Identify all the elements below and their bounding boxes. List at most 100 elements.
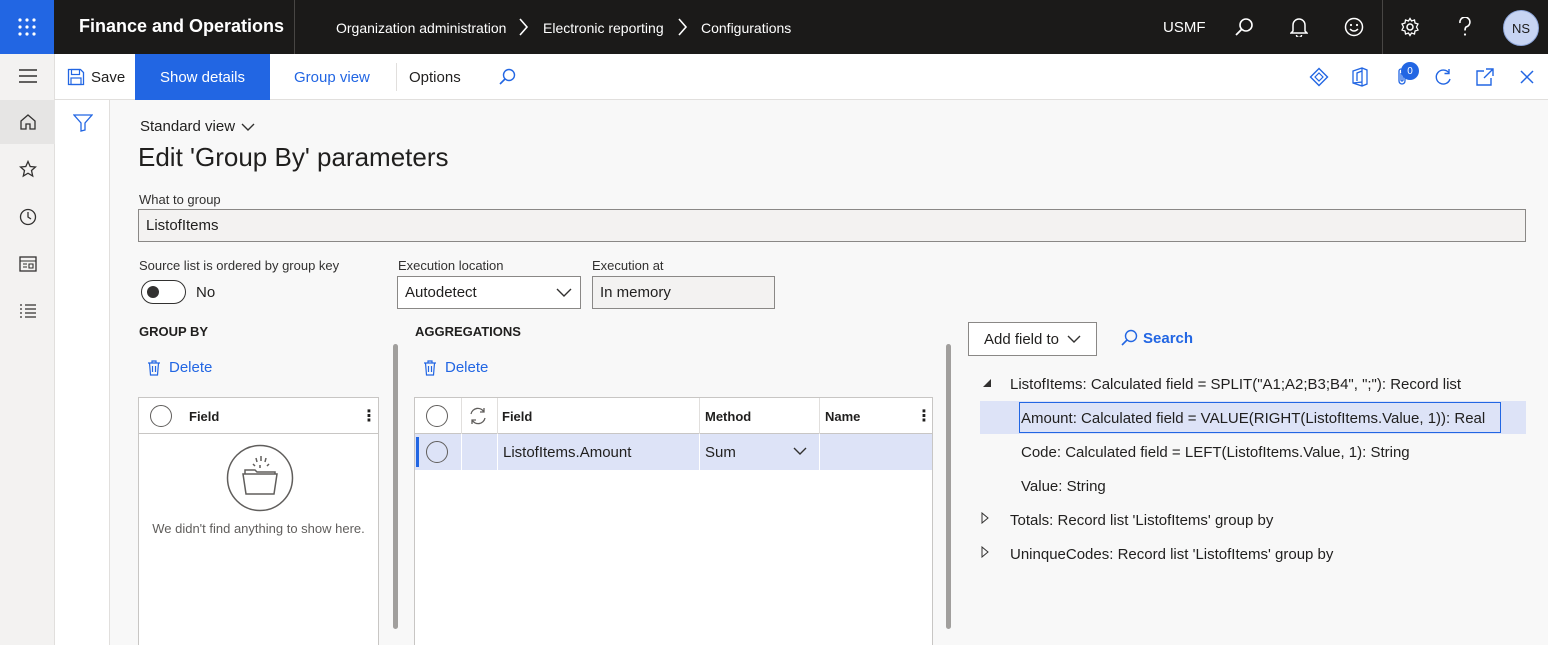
source-ordered-label: Source list is ordered by group key bbox=[139, 258, 340, 273]
view-selector-label: Standard view bbox=[140, 118, 236, 135]
main-content: Standard view Edit 'Group By' parameters… bbox=[110, 100, 1548, 645]
cell-method-value: Sum bbox=[705, 443, 736, 461]
tree-node-listofitems[interactable]: ListofItems: Calculated field = SPLIT("A… bbox=[1010, 376, 1461, 393]
aggregations-heading: AGGREGATIONS bbox=[415, 324, 521, 339]
grid-header: Field ⋮ bbox=[139, 398, 378, 434]
table-row[interactable]: ListofItems.Amount Sum bbox=[415, 434, 932, 470]
breadcrumb-electronic-reporting[interactable]: Electronic reporting bbox=[543, 20, 664, 36]
execution-location-label: Execution location bbox=[398, 258, 504, 273]
column-header-name[interactable]: Name bbox=[825, 398, 860, 434]
row-select-radio[interactable] bbox=[426, 434, 448, 470]
help-icon[interactable] bbox=[1453, 15, 1477, 39]
row-selected-indicator bbox=[416, 437, 419, 467]
aggregations-delete-button[interactable]: Delete bbox=[423, 359, 488, 376]
grid-header: Field Method Name ⋮ bbox=[415, 398, 932, 434]
source-ordered-toggle[interactable] bbox=[141, 280, 186, 304]
company-picker[interactable]: USMF bbox=[1163, 19, 1206, 36]
tree-node-value[interactable]: Value: String bbox=[1021, 478, 1106, 495]
save-button[interactable]: Save bbox=[67, 54, 125, 100]
action-search-icon[interactable] bbox=[498, 54, 516, 100]
chevron-right-icon bbox=[678, 18, 688, 36]
avatar[interactable]: NS bbox=[1503, 10, 1539, 46]
top-navigation-bar: Finance and Operations Organization admi… bbox=[0, 0, 1548, 54]
delete-label: Delete bbox=[445, 359, 489, 376]
search-icon[interactable] bbox=[1232, 15, 1256, 39]
tree-node-uninquecodes[interactable]: UninqueCodes: Record list 'ListofItems' … bbox=[1010, 546, 1333, 563]
column-header-field[interactable]: Field bbox=[502, 398, 532, 434]
select-all-radio[interactable] bbox=[426, 398, 448, 434]
open-new-window-icon[interactable] bbox=[1474, 66, 1496, 88]
toggle-knob bbox=[147, 286, 159, 298]
expanded-caret-icon[interactable] bbox=[982, 378, 992, 388]
action-pane: Save Show details Group view Options bbox=[55, 54, 1548, 100]
group-by-delete-button[interactable]: Delete bbox=[147, 359, 212, 376]
group-view-button[interactable]: Group view bbox=[294, 54, 370, 100]
column-options-icon[interactable]: ⋮ bbox=[916, 398, 932, 434]
chevron-down-icon bbox=[556, 288, 572, 297]
chevron-down-icon bbox=[241, 123, 255, 131]
refresh-icon[interactable] bbox=[1432, 66, 1454, 88]
datasource-search-button[interactable]: Search bbox=[1120, 329, 1193, 347]
hamburger-menu-icon[interactable] bbox=[0, 54, 55, 98]
collapsed-caret-icon[interactable] bbox=[981, 546, 989, 558]
aggregations-grid: Field Method Name ⋮ ListofItems.Amount S… bbox=[414, 397, 933, 645]
tree-node-totals[interactable]: Totals: Record list 'ListofItems' group … bbox=[1010, 512, 1273, 529]
search-label: Search bbox=[1143, 329, 1194, 347]
execution-location-select[interactable]: Autodetect bbox=[397, 276, 581, 309]
add-field-to-label: Add field to bbox=[983, 330, 1060, 348]
save-label: Save bbox=[91, 68, 126, 86]
tree-node-code[interactable]: Code: Calculated field = LEFT(ListofItem… bbox=[1021, 444, 1410, 461]
clock-recent-icon[interactable] bbox=[0, 195, 55, 239]
cell-method-select[interactable]: Sum bbox=[705, 434, 817, 470]
divider bbox=[1382, 0, 1383, 54]
column-header-field[interactable]: Field bbox=[189, 398, 219, 434]
execution-at-field[interactable]: In memory bbox=[592, 276, 775, 309]
navigation-pane bbox=[0, 54, 55, 645]
empty-state-message: We didn't find anything to show here. bbox=[152, 521, 365, 536]
column-divider bbox=[819, 434, 820, 470]
tree-node-amount[interactable]: Amount: Calculated field = VALUE(RIGHT(L… bbox=[1021, 410, 1485, 427]
column-divider bbox=[699, 434, 700, 470]
delete-label: Delete bbox=[169, 359, 213, 376]
modules-list-icon[interactable] bbox=[0, 289, 55, 333]
power-apps-icon[interactable] bbox=[1308, 66, 1330, 88]
scrollbar[interactable] bbox=[393, 344, 398, 629]
office-icon[interactable] bbox=[1349, 66, 1371, 88]
bell-icon[interactable] bbox=[1287, 15, 1311, 39]
gear-icon[interactable] bbox=[1398, 15, 1422, 39]
scrollbar[interactable] bbox=[946, 344, 951, 629]
group-by-heading: GROUP BY bbox=[139, 324, 209, 339]
what-to-group-field[interactable]: ListofItems bbox=[138, 209, 1526, 242]
close-icon[interactable] bbox=[1516, 66, 1538, 88]
add-field-to-button[interactable]: Add field to bbox=[968, 322, 1097, 356]
column-header-method[interactable]: Method bbox=[705, 398, 751, 434]
filter-icon[interactable] bbox=[72, 114, 94, 135]
collapsed-caret-icon[interactable] bbox=[981, 512, 989, 524]
app-title[interactable]: Finance and Operations bbox=[79, 16, 284, 37]
refresh-column-icon[interactable] bbox=[468, 398, 488, 434]
trash-icon bbox=[148, 359, 160, 376]
filter-pane bbox=[55, 100, 110, 645]
column-divider bbox=[497, 434, 498, 470]
page-title: Edit 'Group By' parameters bbox=[138, 142, 449, 172]
column-options-icon[interactable]: ⋮ bbox=[361, 398, 377, 434]
show-details-button[interactable]: Show details bbox=[135, 54, 270, 100]
smiley-feedback-icon[interactable] bbox=[1342, 15, 1366, 39]
home-icon[interactable] bbox=[0, 100, 55, 144]
breadcrumb-organization-administration[interactable]: Organization administration bbox=[336, 20, 506, 36]
view-selector[interactable]: Standard view bbox=[140, 118, 255, 135]
execution-at-label: Execution at bbox=[592, 258, 664, 273]
breadcrumb-configurations[interactable]: Configurations bbox=[701, 20, 791, 36]
app-launcher-icon[interactable] bbox=[0, 0, 54, 54]
select-all-radio[interactable] bbox=[150, 398, 172, 434]
star-favorites-icon[interactable] bbox=[0, 147, 55, 191]
divider bbox=[396, 63, 397, 91]
workspaces-icon[interactable] bbox=[0, 242, 55, 286]
column-divider bbox=[699, 398, 700, 434]
source-ordered-value: No bbox=[196, 284, 216, 301]
search-icon bbox=[1121, 329, 1138, 346]
options-tab[interactable]: Options bbox=[409, 54, 461, 100]
cell-field[interactable]: ListofItems.Amount bbox=[503, 434, 631, 470]
divider bbox=[294, 0, 295, 54]
attachments-count-badge: 0 bbox=[1401, 62, 1419, 80]
